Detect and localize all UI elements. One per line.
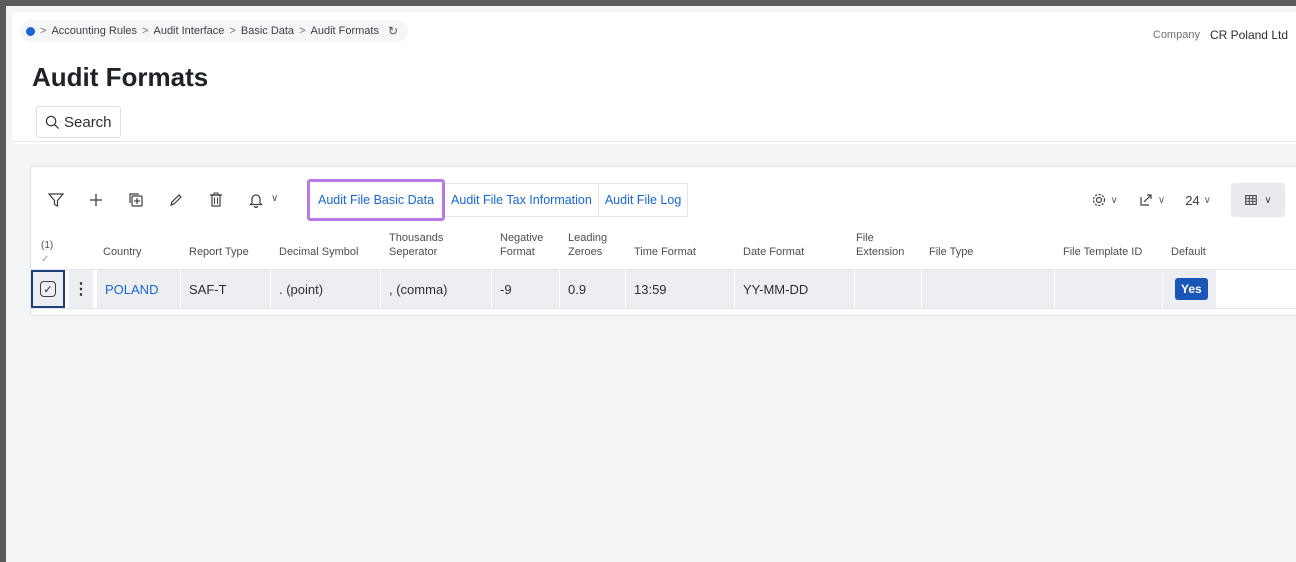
company-label: Company [1152, 29, 1200, 41]
chevron-right-icon: > [142, 25, 149, 37]
settings-menu[interactable]: ∨ [1091, 192, 1118, 208]
header-divider [12, 141, 1296, 142]
cell-decimal-symbol: . (point) [271, 270, 381, 308]
chevron-right-icon: > [40, 25, 47, 37]
duplicate-icon[interactable] [125, 189, 147, 211]
search-icon [45, 115, 60, 129]
breadcrumb-item-audit-formats: Audit Formats [310, 25, 379, 37]
tab-audit-file-basic-data[interactable]: Audit File Basic Data [307, 179, 446, 221]
col-negative-format[interactable]: Negative Format [500, 231, 543, 259]
cell-thousands-separator: , (comma) [381, 270, 492, 308]
chevron-down-icon: ∨ [1110, 194, 1118, 206]
cell-file-template-id [1055, 270, 1163, 308]
chevron-right-icon: > [229, 25, 236, 37]
col-country[interactable]: Country [103, 245, 142, 259]
chevron-down-icon: ∨ [1264, 194, 1272, 206]
tab-audit-file-tax-information[interactable]: Audit File Tax Information [445, 183, 599, 217]
col-file-type[interactable]: File Type [929, 245, 973, 259]
filter-icon[interactable] [45, 189, 67, 211]
col-leading-zeroes[interactable]: Leading Zeroes [568, 231, 607, 259]
row-menu-kebab-icon[interactable]: ⋮ [69, 270, 93, 308]
cell-country[interactable]: POLAND [97, 270, 181, 308]
search-label: Search [64, 113, 112, 131]
cell-report-type: SAF-T [181, 270, 271, 308]
col-time-format[interactable]: Time Format [634, 245, 696, 259]
checkmark-icon: ✓ [40, 281, 56, 297]
edit-pencil-icon[interactable] [165, 189, 187, 211]
page-header: > Accounting Rules > Audit Interface > B… [12, 12, 1296, 144]
delete-trash-icon[interactable] [205, 189, 227, 211]
export-icon [1140, 194, 1152, 206]
breadcrumb-item-accounting-rules[interactable]: Accounting Rules [51, 25, 137, 37]
chevron-down-icon: ∨ [1203, 194, 1211, 206]
col-date-format[interactable]: Date Format [743, 245, 804, 259]
col-file-template-id[interactable]: File Template ID [1063, 245, 1142, 259]
table-row[interactable]: ✓ ⋮ POLAND SAF-T . (point) , (comma) -9 … [31, 269, 1296, 309]
col-thousands-separator[interactable]: Thousands Seperator [389, 231, 443, 259]
row-select-checkbox[interactable]: ✓ [31, 270, 65, 308]
search-button[interactable]: Search [36, 106, 121, 138]
export-menu[interactable]: ∨ [1138, 192, 1165, 208]
col-report-type[interactable]: Report Type [189, 245, 249, 259]
chevron-down-icon[interactable]: ∨ [271, 193, 278, 204]
breadcrumb-item-basic-data[interactable]: Basic Data [241, 25, 294, 37]
default-yes-badge: Yes [1175, 278, 1208, 300]
company-selector[interactable]: Company CR Poland Ltd [1153, 28, 1288, 42]
gear-icon [1092, 193, 1105, 207]
breadcrumb: > Accounting Rules > Audit Interface > B… [20, 20, 409, 42]
chevron-down-icon: ∨ [1157, 194, 1166, 206]
table-view-icon [1245, 195, 1258, 205]
company-value[interactable]: CR Poland Ltd [1210, 28, 1288, 42]
chevron-right-icon: > [299, 25, 306, 37]
tab-bar: Audit File Basic Data Audit File Tax Inf… [307, 179, 689, 221]
cell-file-type [922, 270, 1055, 308]
cell-date-format: YY-MM-DD [735, 270, 855, 308]
grid-toolbar: ∨ Audit File Basic Data Audit File Tax I… [31, 179, 1296, 221]
cell-time-format: 13:59 [626, 270, 735, 308]
grid-panel: ∨ Audit File Basic Data Audit File Tax I… [30, 166, 1296, 316]
cell-leading-zeroes: 0.9 [560, 270, 626, 308]
col-file-extension[interactable]: File Extension [856, 231, 904, 259]
refresh-icon[interactable]: ↻ [388, 24, 398, 38]
cell-negative-format: -9 [492, 270, 560, 308]
add-icon[interactable] [85, 189, 107, 211]
page-size-value: 24 [1185, 192, 1200, 208]
grid-right-tools: ∨ ∨ 24 ∨ ∨ [1091, 181, 1296, 219]
col-default[interactable]: Default [1171, 245, 1206, 259]
tab-audit-file-log[interactable]: Audit File Log [598, 183, 689, 217]
view-mode-button[interactable]: ∨ [1231, 183, 1285, 217]
breadcrumb-item-audit-interface[interactable]: Audit Interface [153, 25, 224, 37]
app-frame: > Accounting Rules > Audit Interface > B… [0, 0, 1296, 562]
page-title: Audit Formats [32, 62, 209, 92]
grid-header: (1) ✓ Country Report Type Decimal Symbol… [31, 227, 1296, 269]
page-size-selector[interactable]: 24 ∨ [1185, 193, 1211, 208]
notification-bell-icon[interactable] [245, 189, 267, 211]
cell-file-extension [855, 270, 922, 308]
selected-count: (1) ✓ [41, 240, 54, 265]
col-decimal-symbol[interactable]: Decimal Symbol [279, 245, 358, 259]
cell-default: Yes [1163, 270, 1217, 308]
home-dot-icon[interactable] [26, 26, 35, 36]
